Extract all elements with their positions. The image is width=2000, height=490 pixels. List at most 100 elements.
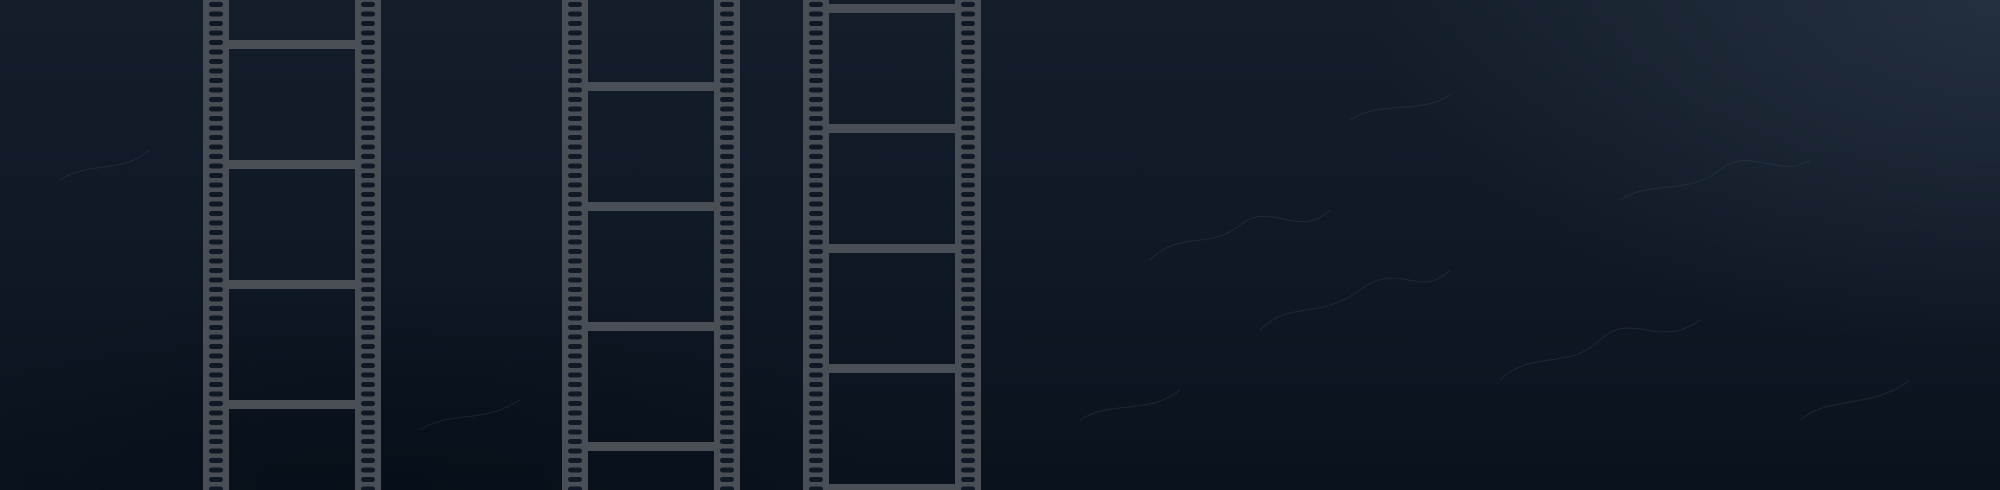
film-perforation xyxy=(568,68,582,74)
film-perforation xyxy=(720,429,734,435)
film-perforation xyxy=(961,40,975,45)
film-perforation xyxy=(720,315,734,321)
film-perforation xyxy=(209,211,223,216)
film-perforation xyxy=(209,230,223,235)
film-perforation xyxy=(209,135,223,140)
film-perforation xyxy=(568,78,582,83)
film-perforation xyxy=(961,477,975,482)
film-perforation xyxy=(361,477,375,482)
film-perforation xyxy=(809,315,823,321)
film-perforation xyxy=(361,230,375,235)
film-perforation xyxy=(568,467,582,473)
film-perforation xyxy=(961,21,975,26)
film-perforation xyxy=(361,325,375,330)
film-perforation xyxy=(209,97,223,102)
film-perforation xyxy=(209,182,223,188)
film-perforation xyxy=(961,391,975,397)
film-perforation xyxy=(961,277,975,283)
film-perforation xyxy=(209,2,223,7)
film-perforation xyxy=(361,382,375,387)
film-perforation xyxy=(720,21,734,26)
film-frame-divider xyxy=(588,202,714,211)
film-perforation xyxy=(809,173,823,178)
film-perforation xyxy=(568,87,582,93)
film-perforation xyxy=(361,182,375,188)
film-perforation xyxy=(720,87,734,93)
film-perforation xyxy=(209,458,223,463)
film-perforation xyxy=(720,11,734,17)
film-perforation xyxy=(361,363,375,368)
film-frame-divider xyxy=(229,40,355,49)
film-perforation xyxy=(209,410,223,416)
film-perforation xyxy=(961,401,975,406)
film-perforation xyxy=(809,334,823,340)
film-perforation xyxy=(568,372,582,378)
film-perforation xyxy=(961,344,975,349)
film-perforation xyxy=(568,239,582,245)
film-perforation xyxy=(809,382,823,387)
film-perforation xyxy=(961,372,975,378)
film-perforation xyxy=(568,249,582,254)
film-perforation xyxy=(209,287,223,292)
film-perforation xyxy=(568,154,582,159)
film-perforation xyxy=(961,173,975,178)
film-perforation xyxy=(961,30,975,36)
film-perforation xyxy=(720,30,734,36)
film-perforation xyxy=(720,391,734,397)
film-perforation xyxy=(568,268,582,273)
film-perforation xyxy=(809,163,823,169)
film-perforation xyxy=(809,11,823,17)
film-perforation xyxy=(361,125,375,131)
film-perforation xyxy=(809,116,823,121)
film-perforation xyxy=(361,87,375,93)
film-perforation xyxy=(961,249,975,254)
film-perforation xyxy=(568,21,582,26)
film-perforation xyxy=(209,334,223,340)
film-perforation xyxy=(961,287,975,292)
film-perforation xyxy=(809,429,823,435)
film-perforation xyxy=(809,97,823,102)
film-perforation xyxy=(809,211,823,216)
film-perforation xyxy=(961,163,975,169)
film-perforation xyxy=(209,325,223,330)
film-perforation xyxy=(809,344,823,349)
film-perforation xyxy=(361,106,375,112)
film-perforation xyxy=(568,344,582,349)
film-perforation xyxy=(568,230,582,235)
film-perforation xyxy=(809,306,823,311)
film-perforation xyxy=(568,211,582,216)
film-perforation xyxy=(961,458,975,463)
film-perforation xyxy=(961,410,975,416)
film-perforation xyxy=(809,325,823,330)
film-perforation xyxy=(361,353,375,359)
film-perforation xyxy=(961,363,975,368)
film-perforation xyxy=(361,296,375,302)
film-perforation xyxy=(568,439,582,444)
film-perforation xyxy=(361,49,375,55)
film-perforation xyxy=(568,59,582,64)
film-perforation xyxy=(361,344,375,349)
film-perforation xyxy=(809,125,823,131)
film-perforation xyxy=(361,410,375,416)
film-perforation xyxy=(809,448,823,454)
film-perforation xyxy=(361,429,375,435)
film-perforation xyxy=(568,277,582,283)
film-perforation xyxy=(720,249,734,254)
film-perforation xyxy=(361,163,375,169)
film-perforation xyxy=(961,486,975,490)
film-perforation xyxy=(961,78,975,83)
film-perforation xyxy=(809,182,823,188)
film-perforation xyxy=(720,211,734,216)
film-perforation xyxy=(568,391,582,397)
film-perforation xyxy=(961,325,975,330)
film-perforation xyxy=(361,173,375,178)
film-perforation xyxy=(720,59,734,64)
film-perforation xyxy=(361,154,375,159)
film-perforation xyxy=(961,239,975,245)
film-perforation xyxy=(361,144,375,150)
film-perforation xyxy=(720,154,734,159)
film-perforation xyxy=(720,363,734,368)
film-perforation xyxy=(209,467,223,473)
film-perforation xyxy=(809,401,823,406)
film-perforation xyxy=(720,220,734,226)
